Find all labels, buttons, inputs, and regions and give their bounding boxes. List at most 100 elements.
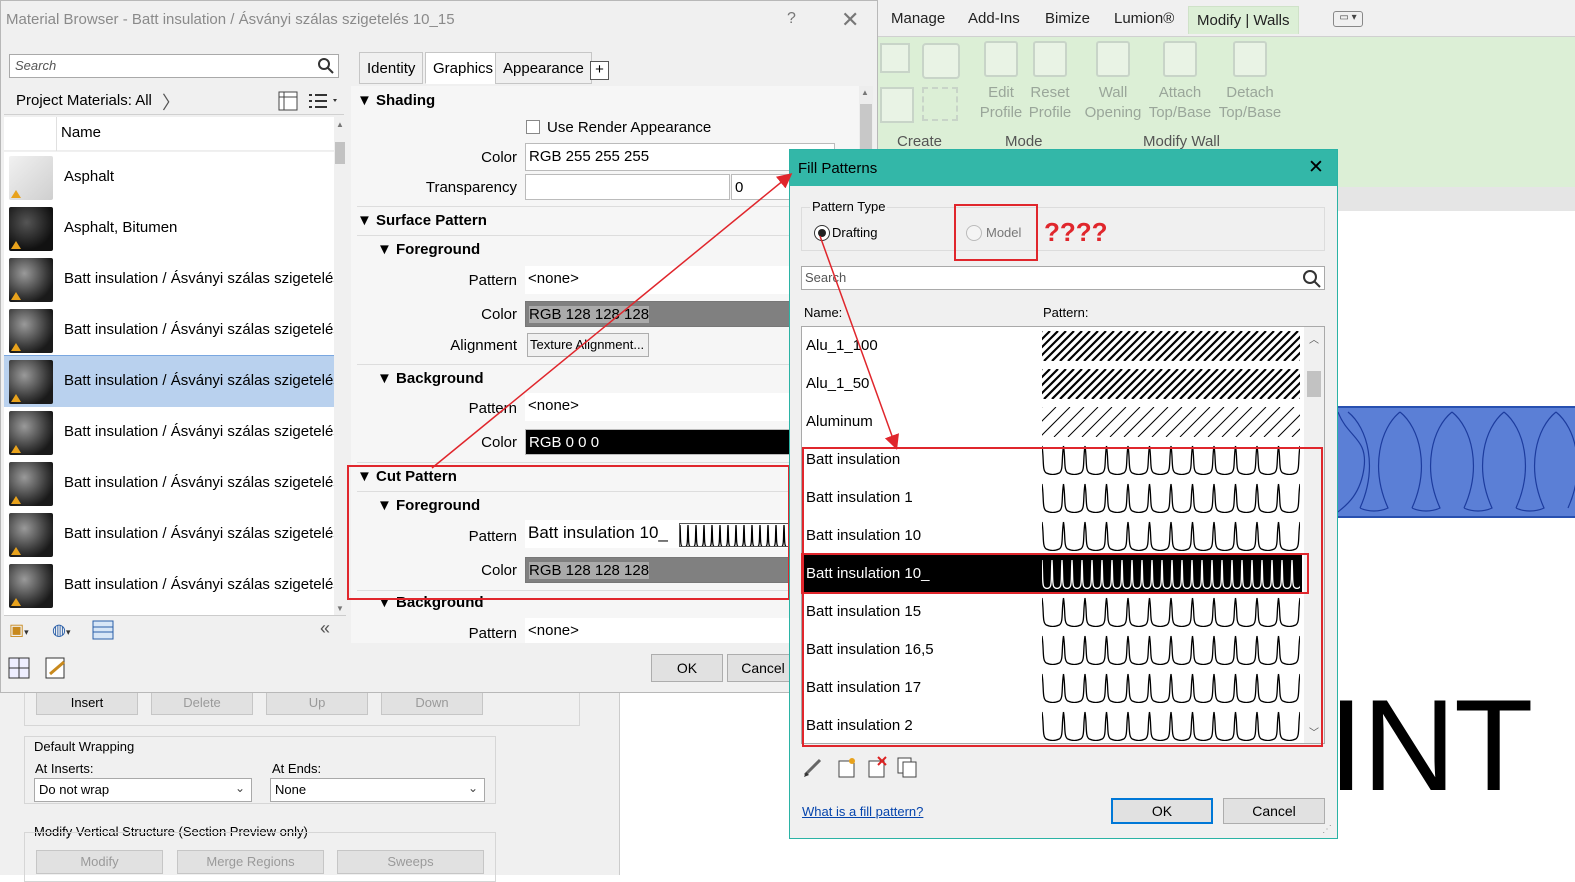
fill-pattern-help-link[interactable]: What is a fill pattern? (802, 804, 923, 819)
scroll-down-icon[interactable]: ﹀ (1309, 724, 1319, 739)
graphics-properties-panel: ▼ Shading Use Render Appearance Color RG… (351, 86, 859, 643)
material-row[interactable]: Asphalt (4, 152, 334, 203)
tab-manage[interactable]: Manage (891, 10, 945, 27)
search-icon[interactable] (1302, 269, 1322, 289)
at-inserts-select[interactable]: Do not wrap ⌄ (34, 778, 252, 802)
model-radio[interactable] (966, 225, 982, 241)
scroll-down-icon[interactable]: ▼ (336, 604, 344, 613)
fill-pattern-row[interactable]: Batt insulation 10_ (802, 555, 1302, 593)
edit-profile-button[interactable]: Edit Profile (975, 41, 1027, 123)
fill-pattern-row[interactable]: Batt insulation 16,5 (802, 631, 1302, 669)
scroll-up-icon[interactable]: ︿ (1309, 331, 1319, 346)
delete-pattern-icon[interactable] (866, 756, 888, 778)
materials-scrollbar[interactable]: ▲ ▼ (334, 118, 346, 615)
scroll-up-icon[interactable]: ▲ (861, 88, 869, 97)
fill-pattern-name: Batt insulation (806, 451, 901, 468)
surface-background-header[interactable]: ▼ Background (377, 370, 484, 387)
merge-regions-button[interactable]: Merge Regions (177, 850, 324, 874)
wall-opening-button[interactable]: Wall Opening (1082, 41, 1144, 123)
cut-pattern-header[interactable]: ▼ Cut Pattern (357, 468, 457, 485)
delete-button[interactable]: Delete (151, 691, 253, 715)
material-row[interactable]: Batt insulation / Ásványi szálas szigete… (4, 509, 334, 560)
close-icon[interactable]: ✕ (841, 7, 859, 33)
down-button[interactable]: Down (381, 691, 483, 715)
up-button[interactable]: Up (266, 691, 368, 715)
tab-appearance[interactable]: Appearance (495, 52, 592, 84)
material-thumbnail (9, 309, 53, 353)
fill-pattern-row[interactable]: Batt insulation 2 (802, 707, 1302, 743)
sweeps-button[interactable]: Sweeps (337, 850, 484, 874)
copy-icon[interactable] (880, 43, 910, 73)
tab-identity[interactable]: Identity (359, 52, 424, 84)
modify-button[interactable]: Modify (36, 850, 163, 874)
close-icon[interactable]: ✕ (1308, 156, 1324, 179)
use-render-appearance-checkbox[interactable] (526, 120, 540, 134)
fill-pattern-name: Alu_1_50 (806, 375, 870, 392)
help-icon[interactable]: ? (787, 10, 796, 28)
tab-bimize[interactable]: Bimize (1045, 10, 1090, 27)
reset-profile-button[interactable]: Reset Profile (1024, 41, 1076, 123)
project-materials-filter[interactable]: Project Materials: All 〉 (4, 87, 344, 115)
material-search-input[interactable]: Search (9, 54, 339, 78)
at-ends-select[interactable]: None ⌄ (270, 778, 485, 802)
fill-pattern-row[interactable]: Batt insulation 1 (802, 479, 1302, 517)
create-material-icon[interactable]: ◍▾ (52, 620, 71, 640)
material-row[interactable]: Batt insulation / Ásványi szálas szigete… (4, 355, 334, 408)
scroll-thumb[interactable] (1307, 371, 1321, 397)
fill-pattern-row[interactable]: Batt insulation 17 (802, 669, 1302, 707)
list-view-icon[interactable] (308, 92, 340, 110)
fill-cancel-button[interactable]: Cancel (1223, 798, 1325, 824)
tab-modify-walls[interactable]: Modify | Walls (1188, 6, 1299, 34)
material-settings-icon[interactable] (8, 657, 30, 679)
cut-background-header[interactable]: ▼ Background (377, 594, 484, 611)
fill-pattern-row[interactable]: Alu_1_50 (802, 365, 1302, 403)
materials-list-header[interactable]: Name (4, 117, 334, 151)
paint-icon[interactable] (922, 43, 960, 79)
edit-pencil-icon[interactable] (802, 756, 824, 778)
drafting-radio[interactable] (814, 225, 830, 241)
tab-graphics[interactable]: Graphics (425, 52, 502, 84)
attach-top-base-button[interactable]: Attach Top/Base (1148, 41, 1212, 123)
new-pattern-icon[interactable] (836, 756, 858, 778)
fill-pattern-row[interactable]: Alu_1_100 (802, 327, 1302, 365)
ribbon-options-icon[interactable]: ▭ ▾ (1333, 11, 1363, 27)
surface-pattern-header[interactable]: ▼ Surface Pattern (357, 212, 487, 229)
tab-add-ins[interactable]: Add-Ins (968, 10, 1020, 27)
material-row[interactable]: Batt insulation / Ásványi szálas szigete… (4, 305, 334, 356)
material-row[interactable]: Batt insulation / Ásványi szálas szigete… (4, 407, 334, 458)
scroll-up-icon[interactable]: ▲ (336, 120, 344, 129)
shading-header[interactable]: ▼ Shading (357, 92, 435, 109)
asset-browser-icon[interactable] (92, 620, 114, 640)
texture-alignment-button[interactable]: Texture Alignment... (527, 333, 649, 357)
fill-ok-button[interactable]: OK (1111, 798, 1213, 824)
transparency-slider[interactable] (525, 174, 730, 200)
add-tab-button[interactable]: + (590, 61, 609, 80)
view-panel-icon[interactable] (278, 91, 298, 111)
create-assembly-icon[interactable] (922, 87, 958, 121)
fill-pattern-row[interactable]: Batt insulation 10 (802, 517, 1302, 555)
fill-pattern-row[interactable]: Batt insulation 15 (802, 593, 1302, 631)
tab-lumion[interactable]: Lumion® (1114, 10, 1174, 27)
surface-foreground-header[interactable]: ▼ Foreground (377, 241, 480, 258)
material-ok-button[interactable]: OK (651, 654, 723, 682)
detach-top-base-button[interactable]: Detach Top/Base (1216, 41, 1284, 123)
cut-foreground-header[interactable]: ▼ Foreground (377, 497, 480, 514)
edit-material-icon[interactable] (45, 657, 67, 679)
duplicate-pattern-icon[interactable] (896, 756, 918, 778)
create-parts-icon[interactable] (880, 87, 914, 123)
fill-pattern-row[interactable]: Aluminum (802, 403, 1302, 441)
material-row[interactable]: Asphalt, Bitumen (4, 203, 334, 254)
resize-grip-icon[interactable]: ⋰ (1322, 824, 1332, 835)
collapse-panel-icon[interactable]: « (320, 618, 330, 639)
fill-pattern-search-input[interactable]: Search (801, 266, 1325, 290)
search-icon[interactable] (317, 57, 335, 75)
material-row[interactable]: Batt insulation / Ásványi szálas szigete… (4, 458, 334, 509)
fill-list-scrollbar[interactable]: ︿ ﹀ (1304, 327, 1324, 743)
fill-pattern-row[interactable]: Batt insulation (802, 441, 1302, 479)
material-row[interactable]: Batt insulation / Ásványi szálas szigete… (4, 560, 334, 611)
library-icon[interactable]: ▣▾ (9, 620, 29, 640)
scroll-thumb[interactable] (335, 142, 345, 164)
material-row[interactable]: Batt insulation / Ásványi szálas szigete… (4, 254, 334, 305)
transparency-label: Transparency (425, 179, 517, 196)
insert-button[interactable]: Insert (36, 691, 138, 715)
